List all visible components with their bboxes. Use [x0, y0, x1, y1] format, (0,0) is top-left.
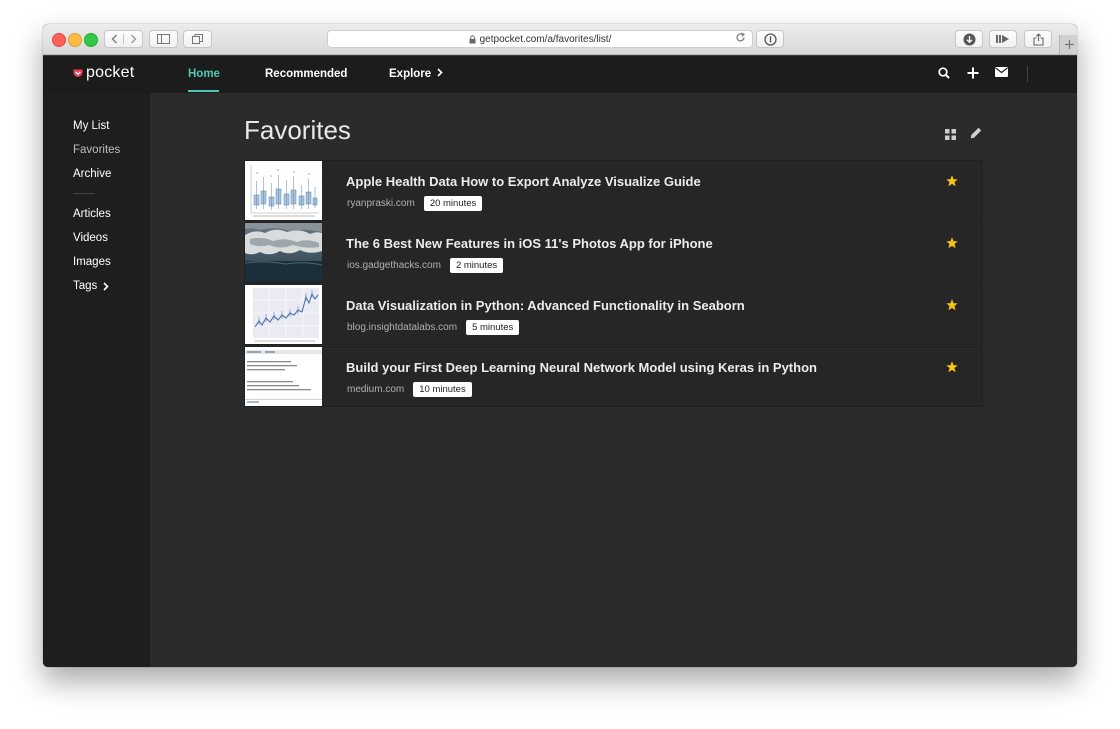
chevron-right-icon	[437, 68, 444, 77]
item-thumbnail[interactable]	[245, 223, 322, 282]
nav-home[interactable]: Home	[188, 68, 220, 80]
close-window-button[interactable]	[52, 33, 66, 47]
header-divider	[1027, 66, 1028, 82]
star-icon	[946, 361, 958, 373]
sidebar-item-videos[interactable]: Videos	[73, 232, 108, 244]
item-meta: ios.gadgethacks.com 2 minutes	[347, 258, 504, 273]
item-title[interactable]: Apple Health Data How to Export Analyze …	[346, 174, 701, 189]
item-title[interactable]: Data Visualization in Python: Advanced F…	[346, 298, 745, 313]
inbox-button[interactable]	[995, 67, 1008, 77]
chevron-left-icon	[111, 34, 117, 44]
back-button[interactable]	[105, 34, 123, 44]
minimize-window-button[interactable]	[68, 33, 82, 47]
item-domain[interactable]: ryanpraski.com	[347, 198, 415, 209]
chevron-right-icon	[130, 34, 136, 44]
star-icon	[946, 299, 958, 311]
list-item[interactable]: Data Visualization in Python: Advanced F…	[244, 284, 983, 345]
sidebar-item-archive[interactable]: Archive	[73, 168, 111, 180]
downloads-button[interactable]	[955, 30, 983, 48]
pocket-logo-icon	[73, 69, 83, 78]
item-domain[interactable]: ios.gadgethacks.com	[347, 260, 441, 271]
favorite-button[interactable]	[946, 299, 958, 311]
nav-explore[interactable]: Explore	[389, 68, 444, 80]
browser-toolbar: getpocket.com/a/favorites/list/	[43, 24, 1077, 55]
url-text: getpocket.com/a/favorites/list/	[479, 33, 612, 45]
grid-view-button[interactable]	[945, 129, 956, 140]
history-nav	[104, 30, 143, 48]
nav-explore-label: Explore	[389, 68, 432, 80]
sidebar-divider	[73, 193, 95, 194]
play-forward-icon	[996, 35, 1009, 43]
sidebar-item-tags-label: Tags	[73, 280, 98, 292]
tabs-icon	[192, 34, 203, 44]
item-thumbnail[interactable]	[245, 347, 322, 406]
list-item[interactable]: Build your First Deep Learning Neural Ne…	[244, 346, 983, 407]
read-time-badge: 20 minutes	[423, 196, 483, 211]
item-meta: blog.insightdatalabs.com 5 minutes	[347, 320, 520, 335]
address-bar[interactable]: getpocket.com/a/favorites/list/	[327, 30, 753, 48]
item-thumbnail[interactable]	[245, 161, 322, 220]
star-icon	[946, 237, 958, 249]
tab-overview-button[interactable]	[183, 30, 212, 48]
sidebar-item-my-list[interactable]: My List	[73, 120, 109, 132]
reload-icon	[736, 32, 745, 42]
nav-recommended[interactable]: Recommended	[265, 68, 347, 80]
extension-button[interactable]	[756, 30, 784, 48]
star-icon	[946, 175, 958, 187]
item-thumbnail[interactable]	[245, 285, 322, 344]
item-domain[interactable]: medium.com	[347, 384, 404, 395]
chevron-right-icon	[103, 281, 109, 291]
zoom-window-button[interactable]	[84, 33, 98, 47]
bulk-edit-button[interactable]	[970, 127, 982, 139]
mail-icon	[995, 67, 1008, 77]
read-time-badge: 10 minutes	[413, 382, 472, 397]
nav-home-active-indicator	[188, 90, 219, 92]
pocket-logo-text: pocket	[86, 64, 135, 81]
search-button[interactable]	[938, 67, 950, 79]
share-icon	[1032, 32, 1044, 46]
plus-icon	[967, 67, 979, 79]
add-item-button[interactable]	[967, 67, 979, 79]
favorite-button[interactable]	[946, 175, 958, 187]
read-time-badge: 2 minutes	[449, 258, 504, 273]
new-tab-button[interactable]	[1059, 35, 1077, 54]
item-meta: ryanpraski.com 20 minutes	[347, 196, 483, 211]
favorite-button[interactable]	[946, 237, 958, 249]
sidebar: My List Favorites Archive Articles Video…	[43, 93, 150, 667]
favorite-button[interactable]	[946, 361, 958, 373]
pencil-icon	[970, 127, 982, 139]
list-item[interactable]: Apple Health Data How to Export Analyze …	[244, 160, 983, 221]
item-domain[interactable]: blog.insightdatalabs.com	[347, 322, 457, 333]
sidebar-item-articles[interactable]: Articles	[73, 208, 111, 220]
item-title[interactable]: The 6 Best New Features in iOS 11's Phot…	[346, 236, 713, 251]
page-title: Favorites	[244, 115, 351, 145]
reader-mode-button[interactable]	[989, 30, 1017, 48]
main-content: Favorites Apple Health Data How to Expor…	[150, 93, 1077, 667]
info-circle-icon	[763, 32, 777, 46]
favorites-list: Apple Health Data How to Export Analyze …	[244, 160, 983, 408]
forward-button[interactable]	[123, 34, 142, 44]
pocket-logo[interactable]: pocket	[73, 64, 134, 82]
download-icon	[963, 33, 975, 45]
item-meta: medium.com 10 minutes	[347, 382, 472, 397]
pocket-header: pocket Home Recommended Explore	[43, 55, 1077, 93]
reload-button[interactable]	[735, 32, 746, 43]
sidebar-item-tags[interactable]: Tags	[73, 280, 109, 292]
search-icon	[938, 67, 950, 79]
browser-window: getpocket.com/a/favorites/list/ pocket H…	[43, 24, 1077, 667]
share-button[interactable]	[1024, 30, 1052, 48]
plus-icon	[1064, 40, 1074, 49]
sidebar-toggle-button[interactable]	[149, 30, 178, 48]
read-time-badge: 5 minutes	[466, 320, 520, 335]
sidebar-item-favorites[interactable]: Favorites	[73, 144, 120, 156]
sidebar-item-images[interactable]: Images	[73, 256, 111, 268]
grid-icon	[945, 129, 956, 140]
sidebar-icon	[157, 34, 170, 44]
lock-icon	[469, 34, 476, 44]
item-title[interactable]: Build your First Deep Learning Neural Ne…	[346, 360, 817, 375]
list-item[interactable]: The 6 Best New Features in iOS 11's Phot…	[244, 222, 983, 283]
